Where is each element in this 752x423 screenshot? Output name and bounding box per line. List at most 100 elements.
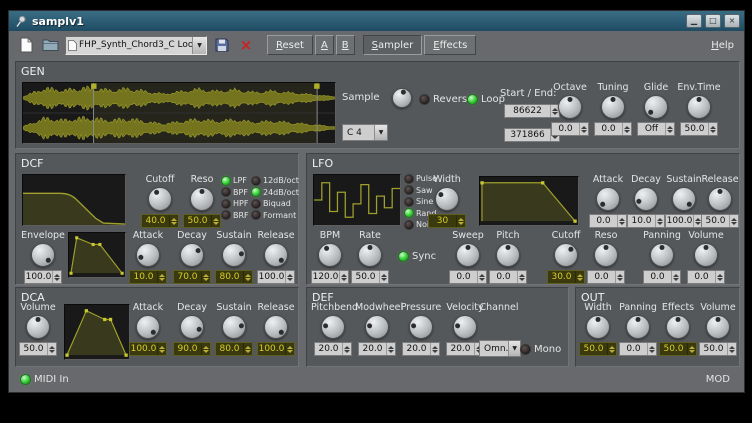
- lfo-bpm-knob-group[interactable]: BPM120.0: [311, 230, 349, 284]
- knob-dial[interactable]: [190, 187, 214, 211]
- knob-dial[interactable]: [594, 243, 618, 267]
- out-volume-knob-group[interactable]: Volume50.0: [698, 302, 738, 356]
- dca-release-knob-group[interactable]: Release100.0: [256, 302, 296, 356]
- knob-value-spinbox[interactable]: 0.0: [587, 270, 625, 284]
- radio-bpf[interactable]: BPF: [222, 188, 249, 197]
- knob-value-spinbox[interactable]: 0.0: [687, 270, 725, 284]
- titlebar[interactable]: samplv1 ▁ □ ×: [9, 11, 744, 31]
- knob-value-spinbox[interactable]: 40.0: [141, 214, 179, 228]
- lfo-rate-knob-group[interactable]: Rate50.0: [351, 230, 389, 284]
- knob-value-spinbox[interactable]: 100.0: [257, 270, 295, 284]
- dcf-envelope-display[interactable]: [68, 232, 126, 278]
- spin-arrows[interactable]: [622, 123, 631, 135]
- radio-lpf[interactable]: LPF: [222, 176, 249, 185]
- lfo-sweep-knob-group[interactable]: Sweep0.0: [449, 230, 487, 284]
- knob-value-spinbox[interactable]: 20.0: [358, 342, 396, 356]
- knob-value-spinbox[interactable]: 50.0: [579, 342, 617, 356]
- knob-value-spinbox[interactable]: 120.0: [311, 270, 349, 284]
- spin-arrows[interactable]: [386, 343, 395, 355]
- lfo-cutoff-knob-group[interactable]: Cutoff30.0: [547, 230, 585, 284]
- dcf-attack-knob-group[interactable]: Attack10.0: [128, 230, 168, 284]
- lfo-envelope-display[interactable]: [479, 176, 579, 226]
- knob-dial[interactable]: [687, 95, 711, 119]
- lfo-release-knob-group[interactable]: Release50.0: [701, 174, 739, 228]
- knob-dial[interactable]: [321, 315, 345, 339]
- b-button[interactable]: B: [336, 35, 355, 55]
- dcf-cutoff-knob-group[interactable]: Cutoff40.0: [140, 174, 180, 228]
- knob-value-spinbox[interactable]: 0.0: [449, 270, 487, 284]
- pressure-knob-group[interactable]: Pressure20.0: [399, 302, 443, 356]
- lfo-width-knob-group[interactable]: Width30: [425, 174, 469, 228]
- spin-arrows[interactable]: [52, 271, 61, 283]
- dropdown-arrow-icon[interactable]: ▼: [374, 125, 387, 140]
- lfo-reso-knob-group[interactable]: Reso0.0: [587, 230, 625, 284]
- knob-dial[interactable]: [358, 243, 382, 267]
- glide-knob-group[interactable]: GlideOff: [636, 82, 676, 136]
- knob-value-spinbox[interactable]: 0.0: [619, 342, 657, 356]
- spin-arrows[interactable]: [517, 271, 526, 283]
- sample-waveform-display[interactable]: [22, 82, 336, 144]
- dcf-envelope-knob-group[interactable]: Envelope100.0: [18, 230, 68, 284]
- knob-value-spinbox[interactable]: 20.0: [402, 342, 440, 356]
- knob-dial[interactable]: [496, 243, 520, 267]
- spin-arrows[interactable]: [201, 271, 210, 283]
- spin-arrows[interactable]: [687, 343, 696, 355]
- knob-value-spinbox[interactable]: 50.0: [699, 342, 737, 356]
- knob-dial[interactable]: [626, 315, 650, 339]
- spin-arrows[interactable]: [617, 215, 626, 227]
- mono-radio[interactable]: Mono: [521, 344, 561, 355]
- dca-volume-knob-group[interactable]: Volume50.0: [18, 302, 58, 356]
- knob-value-spinbox[interactable]: 0.0: [643, 270, 681, 284]
- knob-dial[interactable]: [180, 243, 204, 267]
- radio-24db-oct[interactable]: 24dB/oct: [252, 188, 299, 197]
- close-button[interactable]: ×: [724, 14, 740, 28]
- spin-arrows[interactable]: [211, 215, 220, 227]
- knob-value-spinbox[interactable]: 0.0: [594, 122, 632, 136]
- knob-value-spinbox[interactable]: 10.0: [627, 214, 665, 228]
- knob-value-spinbox[interactable]: 50.0: [183, 214, 221, 228]
- sample-knob[interactable]: [390, 86, 414, 108]
- knob-value-spinbox[interactable]: 50.0: [19, 342, 57, 356]
- dropdown-arrow-icon[interactable]: ▼: [508, 341, 520, 356]
- spin-arrows[interactable]: [665, 123, 674, 135]
- knob-value-spinbox[interactable]: 0.0: [589, 214, 627, 228]
- spin-arrows[interactable]: [708, 123, 717, 135]
- radio-hpf[interactable]: HPF: [222, 199, 249, 208]
- dcf-reso-knob-group[interactable]: Reso50.0: [182, 174, 222, 228]
- spin-arrows[interactable]: [456, 215, 465, 227]
- lfo-pitch-knob-group[interactable]: Pitch0.0: [489, 230, 527, 284]
- spin-arrows[interactable]: [715, 271, 724, 283]
- spin-arrows[interactable]: [201, 343, 210, 355]
- spin-arrows[interactable]: [285, 271, 294, 283]
- knob-dial[interactable]: [708, 187, 732, 211]
- knob-dial[interactable]: [180, 315, 204, 339]
- knob-value-spinbox[interactable]: 50.0: [680, 122, 718, 136]
- delete-preset-button[interactable]: ×: [235, 34, 257, 56]
- knob-value-spinbox[interactable]: 50.0: [351, 270, 389, 284]
- modwheel-knob-group[interactable]: Modwheel20.0: [355, 302, 399, 356]
- knob-dial[interactable]: [365, 315, 389, 339]
- root-note-combobox[interactable]: C 4▼: [342, 124, 388, 141]
- knob-dial[interactable]: [672, 187, 696, 211]
- knob-dial[interactable]: [31, 243, 55, 267]
- knob-value-spinbox[interactable]: 100.0: [665, 214, 703, 228]
- spin-arrows[interactable]: [47, 343, 56, 355]
- spin-arrows[interactable]: [671, 271, 680, 283]
- spin-arrows[interactable]: [243, 343, 252, 355]
- knob-dial[interactable]: [453, 315, 477, 339]
- knob-value-spinbox[interactable]: 30.0: [547, 270, 585, 284]
- knob-dial[interactable]: [222, 243, 246, 267]
- knob-value-spinbox[interactable]: 10.0: [129, 270, 167, 284]
- dca-attack-knob-group[interactable]: Attack100.0: [128, 302, 168, 356]
- knob-dial[interactable]: [148, 187, 172, 211]
- spin-arrows[interactable]: [607, 343, 616, 355]
- maximize-button[interactable]: □: [705, 14, 721, 28]
- lfo-decay-knob-group[interactable]: Decay10.0: [627, 174, 665, 228]
- pitchbend-knob-group[interactable]: Pitchbend20.0: [311, 302, 355, 356]
- preset-combobox[interactable]: FHP_Synth_Chord3_C Loop1 ▼: [65, 36, 207, 55]
- lfo-sustain-knob-group[interactable]: Sustain100.0: [665, 174, 703, 228]
- knob-value-spinbox[interactable]: 80.0: [215, 342, 253, 356]
- knob-value-spinbox[interactable]: 50.0: [659, 342, 697, 356]
- minimize-button[interactable]: ▁: [686, 14, 702, 28]
- knob-dial[interactable]: [136, 315, 160, 339]
